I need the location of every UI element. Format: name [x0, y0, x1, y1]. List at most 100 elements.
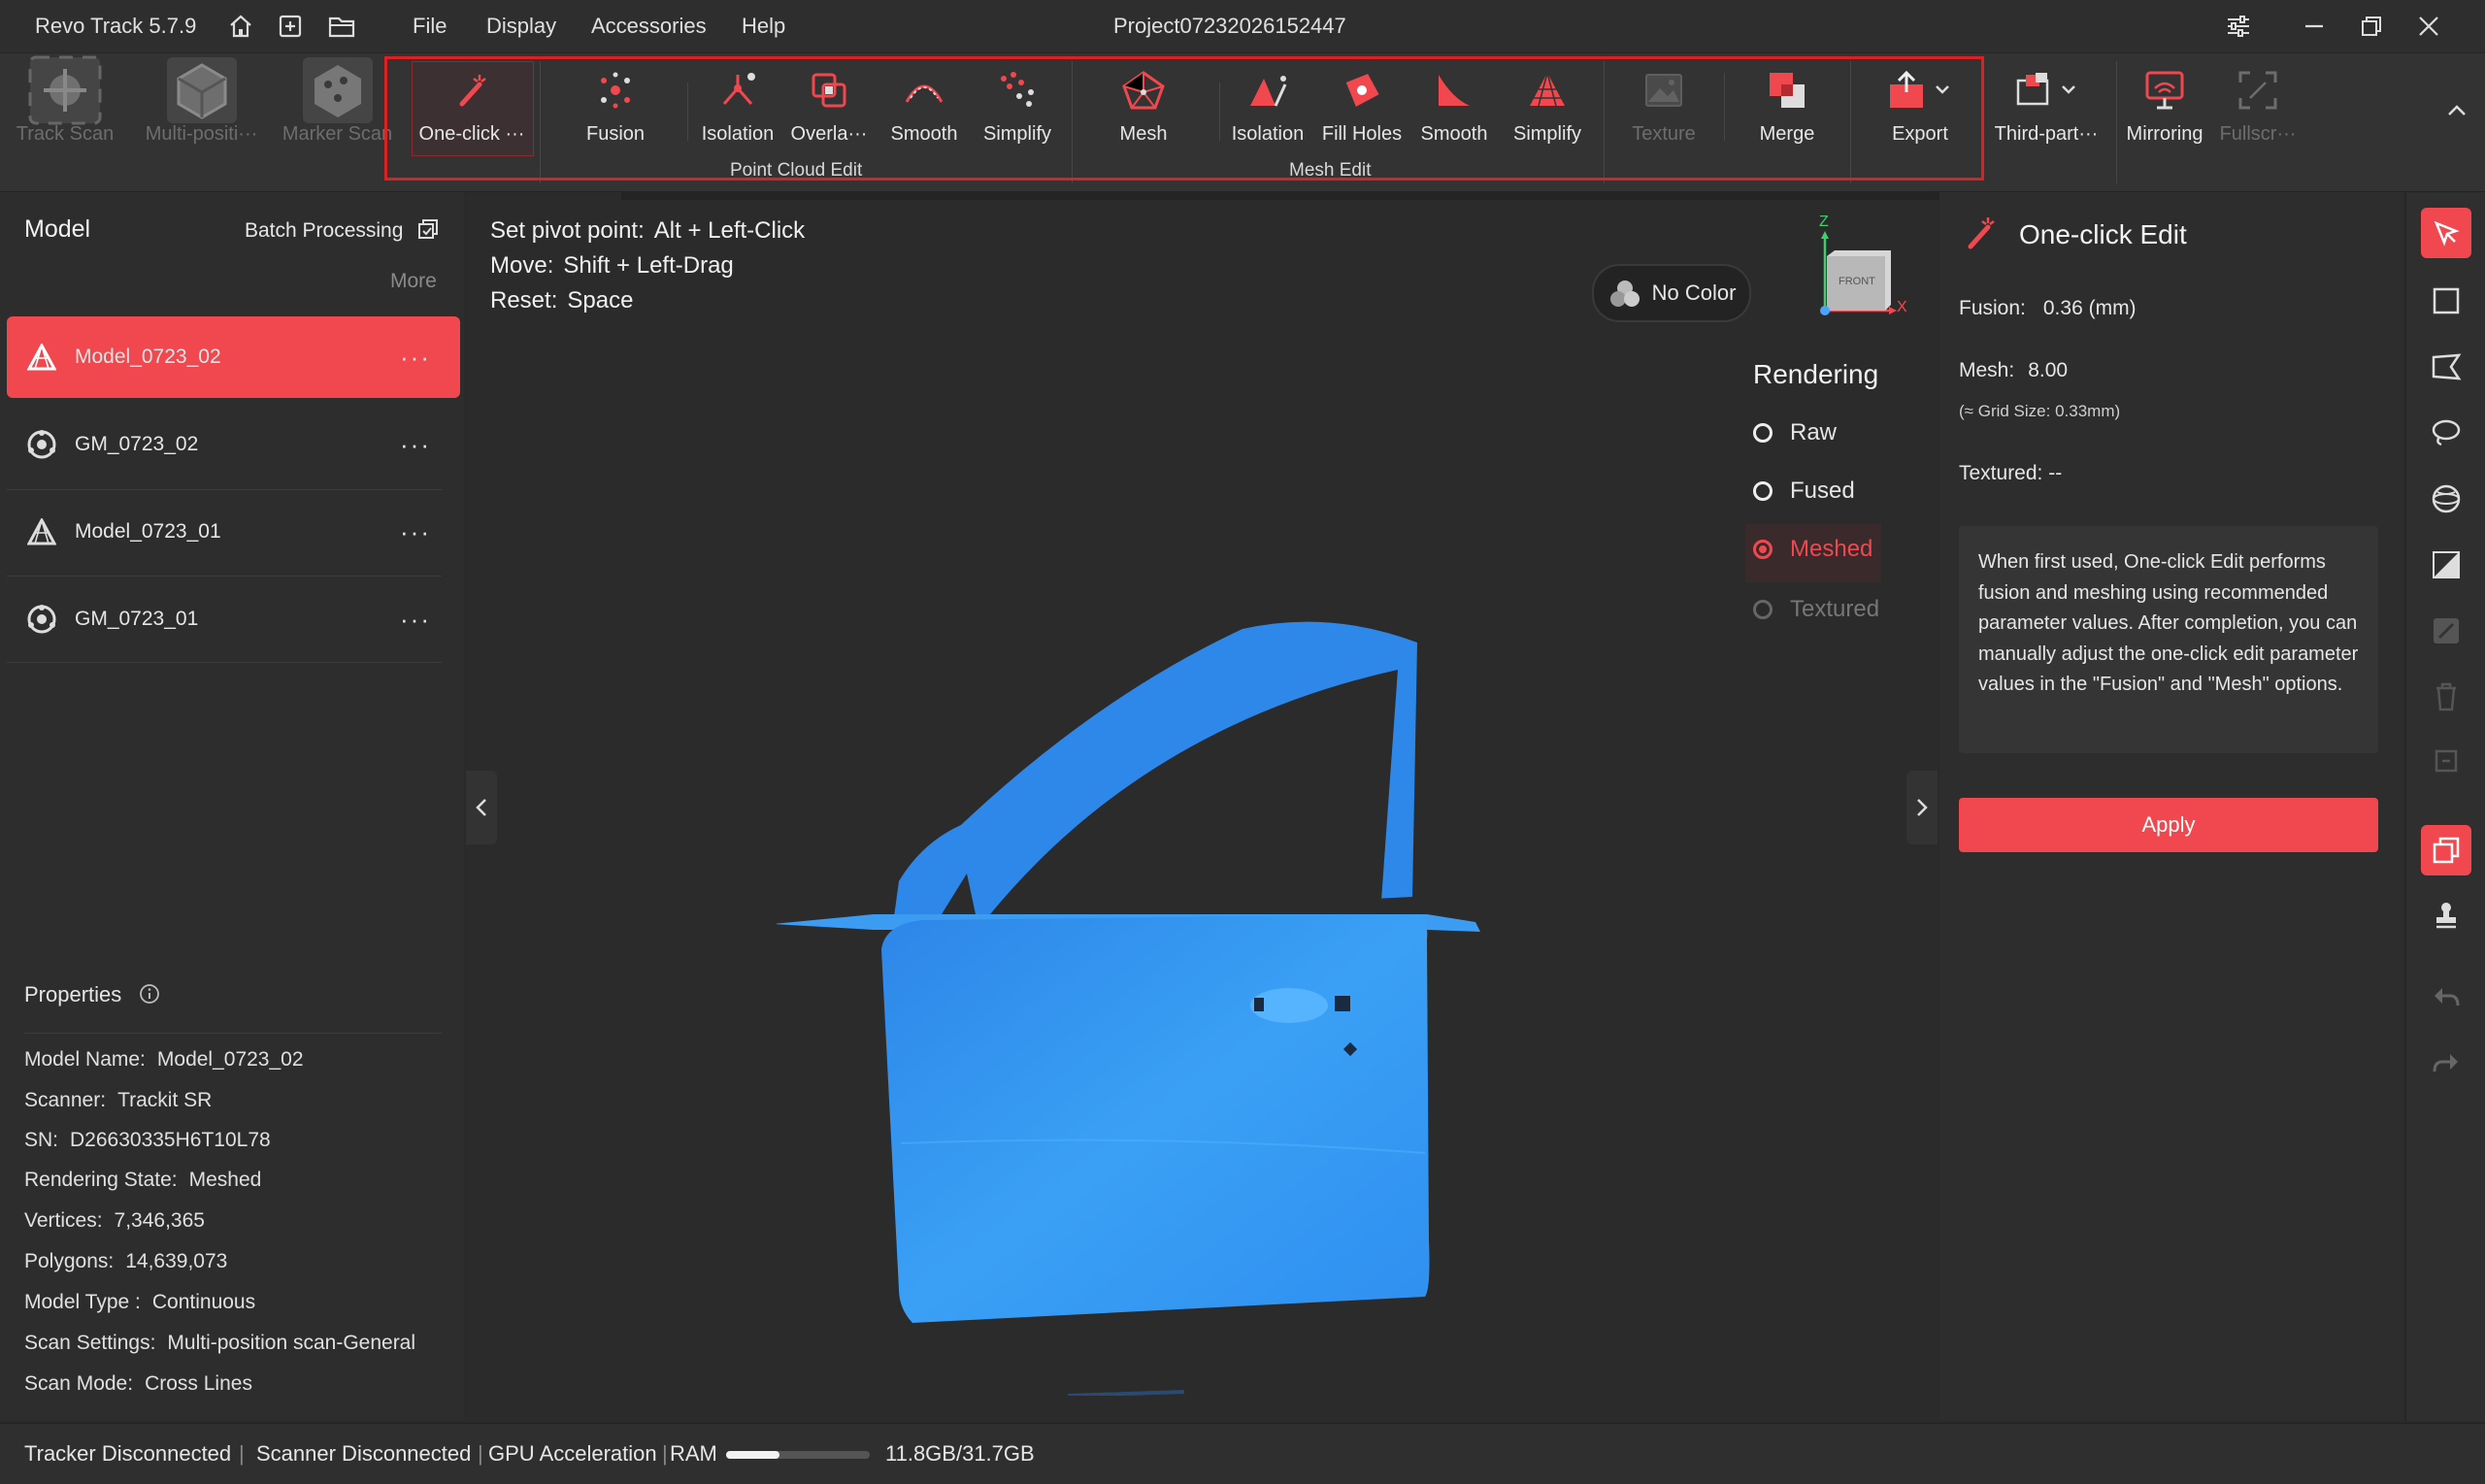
mesh-model-icon [22, 518, 61, 545]
model-list-item[interactable]: Model_0723_01 ··· [7, 491, 460, 573]
rendering-fused-radio[interactable]: Fused [1753, 478, 1855, 505]
chevron-right-icon [1917, 799, 1928, 816]
highlight-box [384, 56, 1984, 181]
property-polygons: Polygons: 14,639,073 [24, 1250, 228, 1272]
selection-tool-strip [2405, 192, 2485, 1421]
property-model-name: Model Name: Model_0723_02 [24, 1048, 304, 1071]
sphere-select-icon[interactable] [2421, 474, 2471, 524]
global-marker-icon [22, 604, 61, 635]
rendering-meshed-radio[interactable]: Meshed [1753, 536, 1872, 563]
stamp-icon[interactable] [2421, 891, 2471, 941]
menu-display[interactable]: Display [486, 0, 556, 52]
property-scan-settings: Scan Settings: Multi-position scan-Genera… [24, 1332, 416, 1354]
textured-value: Textured: -- [1959, 462, 2063, 484]
property-model-type: Model Type : Continuous [24, 1291, 256, 1313]
car-door-model[interactable] [777, 435, 1514, 1396]
more-options-icon[interactable]: ··· [400, 343, 431, 373]
color-circles-icon [1609, 280, 1640, 307]
hint-pivot: Set pivot point: Alt + Left-Click [490, 217, 806, 244]
info-box: When first used, One-click Edit performs… [1959, 526, 2378, 753]
track-scan-button[interactable]: Track Scan [12, 55, 118, 146]
marker-scan-icon [282, 57, 393, 123]
front-face-label: FRONT [1839, 276, 1875, 287]
hint-move: Move: Shift + Left-Drag [490, 252, 734, 279]
polygon-select-icon[interactable] [2421, 342, 2471, 392]
multi-position-icon [136, 57, 267, 123]
batch-icon [418, 219, 439, 239]
redo-icon[interactable] [2421, 1039, 2471, 1089]
more-link[interactable]: More [390, 270, 437, 293]
collapse-right-panel-button[interactable] [1906, 771, 1938, 844]
marker-scan-button[interactable]: Marker Scan [282, 57, 393, 146]
z-axis-label: Z [1819, 214, 1829, 230]
more-options-icon[interactable]: ··· [400, 605, 431, 635]
fullscreen-icon [2213, 63, 2303, 117]
gpu-status: GPU Acceleration [488, 1441, 657, 1466]
project-title: Project07232026152447 [1113, 14, 1346, 38]
properties-title: Properties [24, 982, 160, 1007]
more-options-icon[interactable]: ··· [400, 430, 431, 460]
panel-title: Model [24, 215, 91, 243]
model-list-item[interactable]: GM_0723_02 ··· [7, 404, 460, 485]
rendering-raw-radio[interactable]: Raw [1753, 419, 1837, 446]
plane-select-icon[interactable] [2421, 540, 2471, 590]
menu-accessories[interactable]: Accessories [591, 0, 707, 52]
delete-selection-icon [2421, 672, 2471, 722]
title-bar: Revo Track 5.7.9 File Display Accessorie… [0, 0, 2485, 52]
view-cube[interactable]: Z X FRONT [1800, 214, 1908, 326]
menu-file[interactable]: File [413, 0, 447, 52]
mesh-value: Mesh: 8.00 [1959, 359, 2069, 381]
settings-sliders-icon[interactable] [2223, 11, 2254, 42]
open-folder-icon[interactable] [326, 11, 357, 42]
invert-selection-icon [2421, 606, 2471, 656]
fullscreen-button[interactable]: Fullscr··· [2213, 63, 2303, 146]
new-project-icon[interactable] [275, 11, 306, 42]
ram-value: 11.8GB/31.7GB [885, 1441, 1035, 1466]
x-axis-label: X [1897, 299, 1907, 315]
close-icon[interactable] [2413, 11, 2444, 42]
model-list-item[interactable]: GM_0723_01 ··· [7, 578, 460, 660]
3d-viewport[interactable]: Set pivot point: Alt + Left-Click Move: Sh… [466, 192, 1961, 1421]
third-party-icon [1988, 63, 2104, 117]
property-rendering-state: Rendering State: Meshed [24, 1169, 262, 1191]
one-click-edit-panel: One-click Edit Fusion: 0.36 (mm) Mesh: 8.0… [1939, 192, 2403, 1421]
color-mode-button[interactable]: No Color [1592, 264, 1751, 322]
collapse-left-panel-button[interactable] [466, 771, 497, 844]
property-scan-mode: Scan Mode: Cross Lines [24, 1372, 252, 1395]
more-options-icon[interactable]: ··· [400, 517, 431, 547]
ram-label: RAM [670, 1441, 717, 1466]
app-title: Revo Track 5.7.9 [35, 14, 197, 38]
rectangle-select-icon[interactable] [2421, 276, 2471, 326]
panel-title: One-click Edit [2019, 219, 2187, 249]
rendering-title: Rendering [1753, 359, 1879, 389]
hint-reset: Reset: Space [490, 287, 634, 313]
fusion-value: Fusion: 0.36 (mm) [1959, 297, 2137, 319]
menu-help[interactable]: Help [742, 0, 785, 52]
multi-position-button[interactable]: Multi-positi··· [136, 57, 267, 146]
home-icon[interactable] [225, 11, 256, 42]
undo-icon[interactable] [2421, 973, 2471, 1023]
scanner-status: Scanner Disconnected [256, 1441, 472, 1466]
lasso-select-icon[interactable] [2421, 408, 2471, 458]
info-icon[interactable] [139, 983, 160, 1005]
clear-selection-icon [2421, 736, 2471, 786]
rendering-textured-radio: Textured [1753, 596, 1879, 623]
property-sn: SN: D26630335H6T10L78 [24, 1129, 271, 1151]
mirroring-button[interactable]: Mirroring [2118, 63, 2211, 146]
collapse-ribbon-icon[interactable] [2442, 96, 2471, 125]
pointer-select-icon[interactable] [2421, 208, 2471, 258]
magic-wand-icon [1961, 214, 2000, 257]
track-scan-icon [12, 55, 118, 125]
ram-usage-bar [726, 1451, 870, 1459]
minimize-icon[interactable] [2299, 11, 2330, 42]
third-party-button[interactable]: Third-part··· [1988, 63, 2104, 146]
mirroring-icon [2118, 63, 2211, 117]
copy-layers-icon[interactable] [2421, 825, 2471, 875]
restore-icon[interactable] [2356, 11, 2387, 42]
apply-button[interactable]: Apply [1959, 798, 2378, 852]
global-marker-icon [22, 429, 61, 460]
model-list-item[interactable]: Model_0723_02 ··· [7, 316, 460, 398]
property-vertices: Vertices: 7,346,365 [24, 1209, 205, 1232]
batch-processing-button[interactable]: Batch Processing [245, 217, 440, 243]
mesh-model-icon [22, 344, 61, 371]
